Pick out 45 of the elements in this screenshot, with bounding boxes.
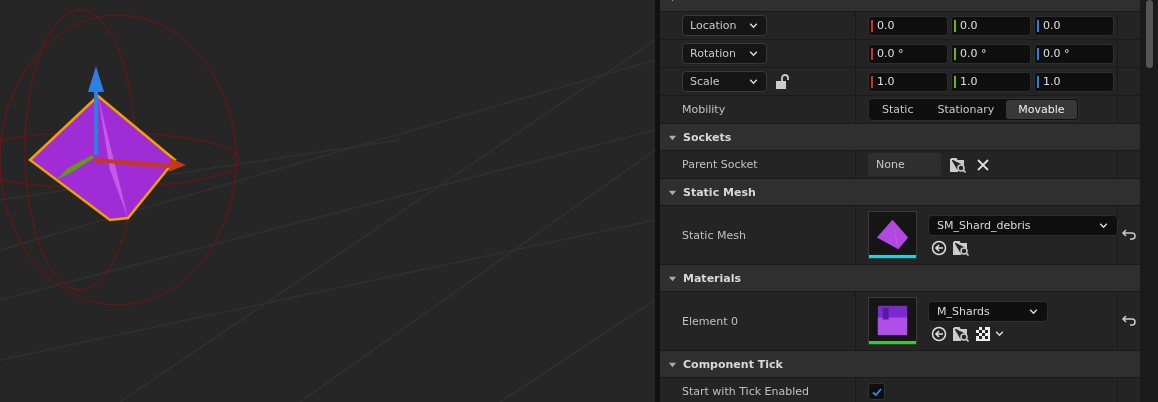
section-title: Materials [683, 271, 742, 285]
property-dropdown[interactable]: Location [682, 15, 767, 36]
section-title: Sockets [683, 130, 732, 144]
scrollbar-thumb[interactable] [1145, 0, 1153, 68]
browse-folder-icon[interactable] [953, 239, 969, 256]
section-title: Static Mesh [683, 185, 756, 199]
reset-arrow-icon[interactable] [1121, 227, 1137, 243]
property-dropdown[interactable]: Rotation [682, 43, 767, 64]
number-field[interactable]: 0.0 ° [868, 43, 948, 64]
number-field[interactable]: 0.0 [951, 15, 1031, 36]
socket-field[interactable]: None [868, 153, 941, 176]
unlocked-lock-icon[interactable] [775, 73, 789, 90]
property-label: Element 0 [682, 314, 739, 328]
asset-thumbnail[interactable] [868, 297, 917, 345]
property-label: Start with Tick Enabled [682, 385, 809, 398]
section-header[interactable]: Component Tick [660, 351, 1140, 378]
number-field[interactable]: 0.0 ° [1034, 43, 1114, 64]
checker-icon[interactable] [975, 325, 991, 342]
property-dropdown[interactable]: Scale [682, 71, 767, 92]
reset-arrow-icon[interactable] [1121, 313, 1137, 329]
section-title: Component Tick [683, 357, 783, 371]
section-header[interactable]: Sockets [660, 124, 1140, 151]
browse-folder-icon[interactable] [953, 325, 969, 342]
property-label: Mobility [682, 103, 726, 116]
mobility-option[interactable]: Stationary [925, 100, 1007, 119]
number-field[interactable]: 1.0 [951, 71, 1031, 92]
asset-thumbnail[interactable] [868, 211, 917, 259]
use-selected-icon[interactable] [931, 325, 947, 342]
number-field[interactable]: 0.0 [1034, 15, 1114, 36]
number-field[interactable]: 0.0 ° [951, 43, 1031, 64]
close-icon[interactable] [975, 156, 991, 173]
number-field[interactable]: 1.0 [1034, 71, 1114, 92]
asset-dropdown[interactable]: M_Shards [928, 300, 1048, 322]
number-field[interactable]: 0.0 [868, 15, 948, 36]
checkbox[interactable] [868, 383, 885, 400]
property-label: Static Mesh [682, 228, 746, 242]
use-selected-icon[interactable] [931, 239, 947, 256]
asset-dropdown[interactable]: SM_Shard_debris [928, 214, 1118, 236]
section-header[interactable]: Materials [660, 265, 1140, 292]
property-label: Parent Socket [682, 158, 758, 171]
mobility-option[interactable]: Static [870, 100, 926, 119]
browse-folder-icon[interactable] [950, 156, 966, 173]
mobility-option[interactable]: Movable [1006, 100, 1077, 119]
number-field[interactable]: 1.0 [868, 71, 948, 92]
section-header[interactable]: Static Mesh [660, 179, 1140, 206]
